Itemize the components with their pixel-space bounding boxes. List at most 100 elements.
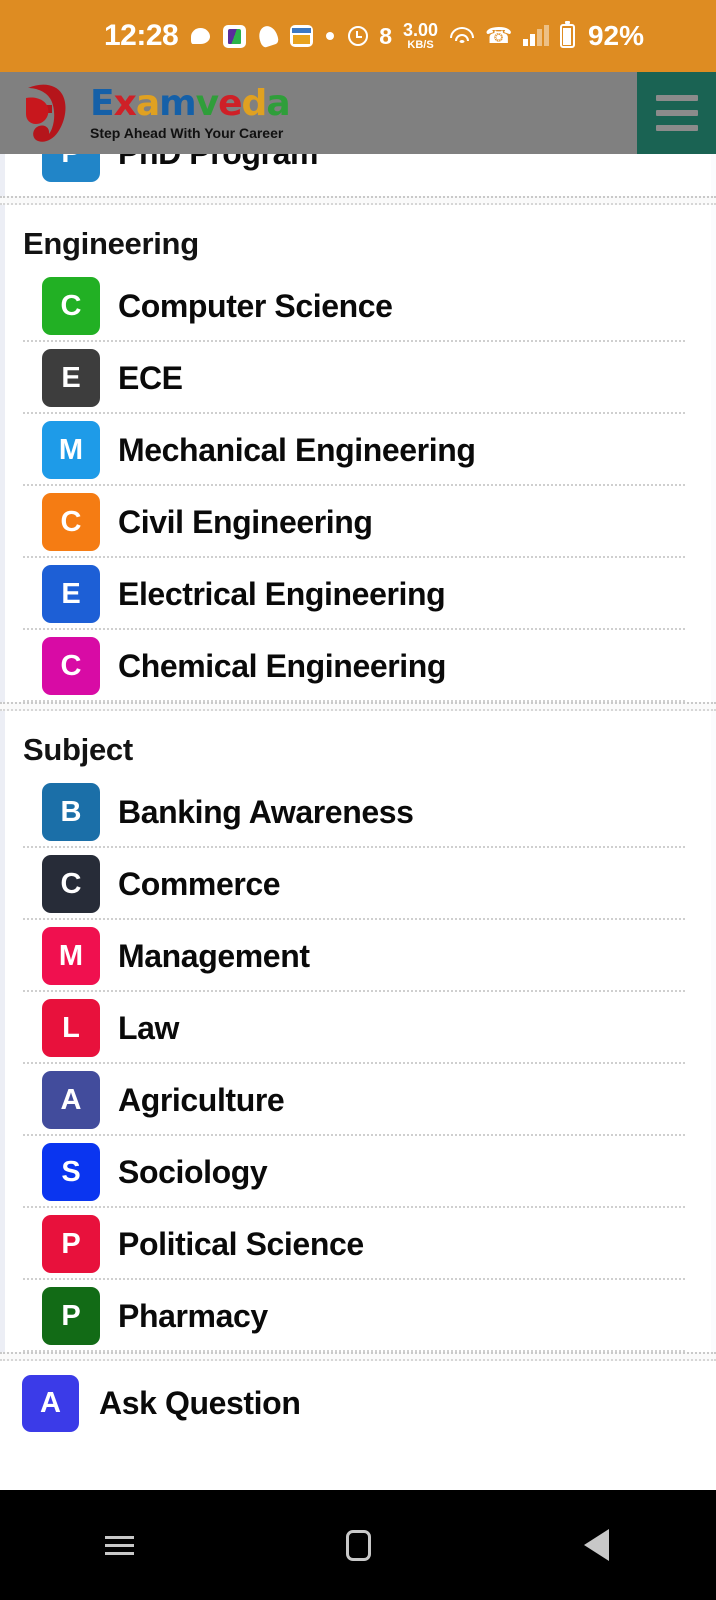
list-item-banking-awareness[interactable]: B Banking Awareness (5, 776, 711, 848)
item-icon-tile: S (42, 1143, 100, 1201)
bluetooth-icon: 8 (379, 22, 392, 49)
signal-icon (523, 24, 549, 46)
wifi-icon (449, 26, 474, 46)
list-item-agriculture[interactable]: A Agriculture (5, 1064, 711, 1136)
list-item-commerce[interactable]: C Commerce (5, 848, 711, 920)
status-bar-left: 12:28 (104, 19, 335, 53)
list-item-pharmacy[interactable]: P Pharmacy (5, 1280, 711, 1352)
home-button[interactable] (239, 1529, 478, 1561)
item-label: PhD Program (118, 154, 318, 172)
logo-letter-6: d (241, 83, 268, 124)
item-icon-tile: C (42, 493, 100, 551)
item-label: Computer Science (118, 287, 393, 324)
item-icon-tile: M (42, 421, 100, 479)
list-item-ask-question[interactable]: A Ask Question (0, 1367, 716, 1442)
item-icon-tile: L (42, 999, 100, 1057)
item-label: Chemical Engineering (118, 647, 447, 684)
android-nav-bar (0, 1490, 716, 1600)
item-icon-tile: B (42, 783, 100, 841)
data-speed-value: 3.00 (403, 20, 439, 40)
item-icon-tile: C (42, 277, 100, 335)
group-phd: P PhD Program (0, 154, 716, 196)
calendar-icon (290, 25, 314, 47)
examveda-logo[interactable]: Examveda Step Ahead With Your Career (22, 80, 291, 146)
logo-tagline: Step Ahead With Your Career (90, 125, 284, 141)
item-label: Ask Question (99, 1385, 301, 1421)
item-label: Law (118, 1009, 180, 1046)
data-speed-icon: 3.00 KB/S (403, 21, 438, 51)
hamburger-menu-button[interactable] (637, 72, 716, 154)
status-time: 12:28 (104, 19, 179, 52)
item-icon-tile: P (42, 1287, 100, 1345)
item-label: Management (118, 937, 310, 974)
list-item-computer-science[interactable]: C Computer Science (5, 270, 711, 342)
notebook-icon (223, 24, 247, 48)
list-item-management[interactable]: M Management (5, 920, 711, 992)
section-subject: Subject B Banking Awareness C Commerce M… (0, 711, 716, 1352)
dot-icon (326, 32, 335, 40)
item-icon-tile: M (42, 927, 100, 985)
navigation-list[interactable]: P PhD Program Engineering C Computer Sci… (0, 154, 716, 1490)
logo-letter-1: x (113, 83, 137, 124)
list-item-phd-program[interactable]: P PhD Program (5, 154, 711, 196)
section-title-subject: Subject (23, 732, 133, 767)
item-icon-tile: P (42, 1215, 100, 1273)
home-icon (345, 1529, 371, 1561)
status-bar-right: 8 3.00 KB/S ☎ 92% (348, 20, 644, 52)
list-item-civil-engineering[interactable]: C Civil Engineering (5, 486, 711, 558)
logo-letter-3: m (159, 83, 197, 124)
item-label: Mechanical Engineering (118, 431, 476, 468)
section-engineering: Engineering C Computer Science E ECE M M… (0, 205, 716, 702)
bell-icon (256, 23, 280, 49)
back-button[interactable] (477, 1529, 716, 1561)
back-icon (584, 1529, 610, 1561)
logo-letter-4: v (195, 83, 219, 124)
ask-question-block: A Ask Question (0, 1361, 716, 1442)
item-label: Banking Awareness (118, 793, 414, 830)
item-label: Electrical Engineering (118, 575, 446, 612)
data-speed-unit: KB/S (407, 39, 434, 51)
item-label: ECE (118, 359, 183, 396)
status-bar: 12:28 8 3.00 KB/S ☎ 92% (0, 0, 716, 72)
item-label: Agriculture (118, 1081, 285, 1118)
list-item-chemical-engineering[interactable]: C Chemical Engineering (5, 630, 711, 702)
recent-apps-icon (104, 1535, 134, 1555)
logo-letter-5: e (218, 83, 242, 124)
section-divider (0, 196, 716, 205)
item-icon-tile: E (42, 565, 100, 623)
battery-percent: 92% (587, 20, 644, 51)
list-item-political-science[interactable]: P Political Science (5, 1208, 711, 1280)
list-item-sociology[interactable]: S Sociology (5, 1136, 711, 1208)
item-label: Commerce (118, 865, 281, 902)
section-divider (0, 702, 716, 711)
section-divider (0, 1352, 716, 1361)
list-item-electrical-engineering[interactable]: E Electrical Engineering (5, 558, 711, 630)
item-label: Sociology (118, 1153, 268, 1190)
alarm-icon (348, 26, 369, 46)
list-item-mechanical-engineering[interactable]: M Mechanical Engineering (5, 414, 711, 486)
logo-letter-2: a (135, 83, 160, 124)
item-icon-tile: P (42, 154, 100, 182)
logo-text: Examveda Step Ahead With Your Career (90, 83, 291, 141)
item-icon-tile: E (42, 349, 100, 407)
item-icon-tile: A (42, 1071, 100, 1129)
logo-letter-7: a (266, 83, 290, 124)
item-label: Civil Engineering (118, 503, 373, 540)
logo-wordmark: Examveda (90, 83, 291, 124)
section-title-engineering: Engineering (23, 226, 199, 261)
recent-apps-button[interactable] (0, 1535, 239, 1555)
item-icon-tile: C (42, 855, 100, 913)
app-root: 12:28 8 3.00 KB/S ☎ 92% Examveda Step Ah… (0, 0, 716, 1600)
logo-mark-icon (22, 80, 84, 146)
chat-icon (191, 28, 211, 44)
item-icon-tile: C (42, 637, 100, 695)
app-header: Examveda Step Ahead With Your Career (0, 72, 716, 154)
logo-letter-0: E (90, 83, 115, 124)
item-label: Pharmacy (118, 1297, 268, 1334)
list-item-law[interactable]: L Law (5, 992, 711, 1064)
list-item-ece[interactable]: E ECE (5, 342, 711, 414)
item-icon-tile: A (22, 1375, 79, 1432)
wifi-calling-icon: ☎ (485, 23, 513, 48)
item-label: Political Science (118, 1225, 364, 1262)
battery-icon (559, 21, 575, 48)
